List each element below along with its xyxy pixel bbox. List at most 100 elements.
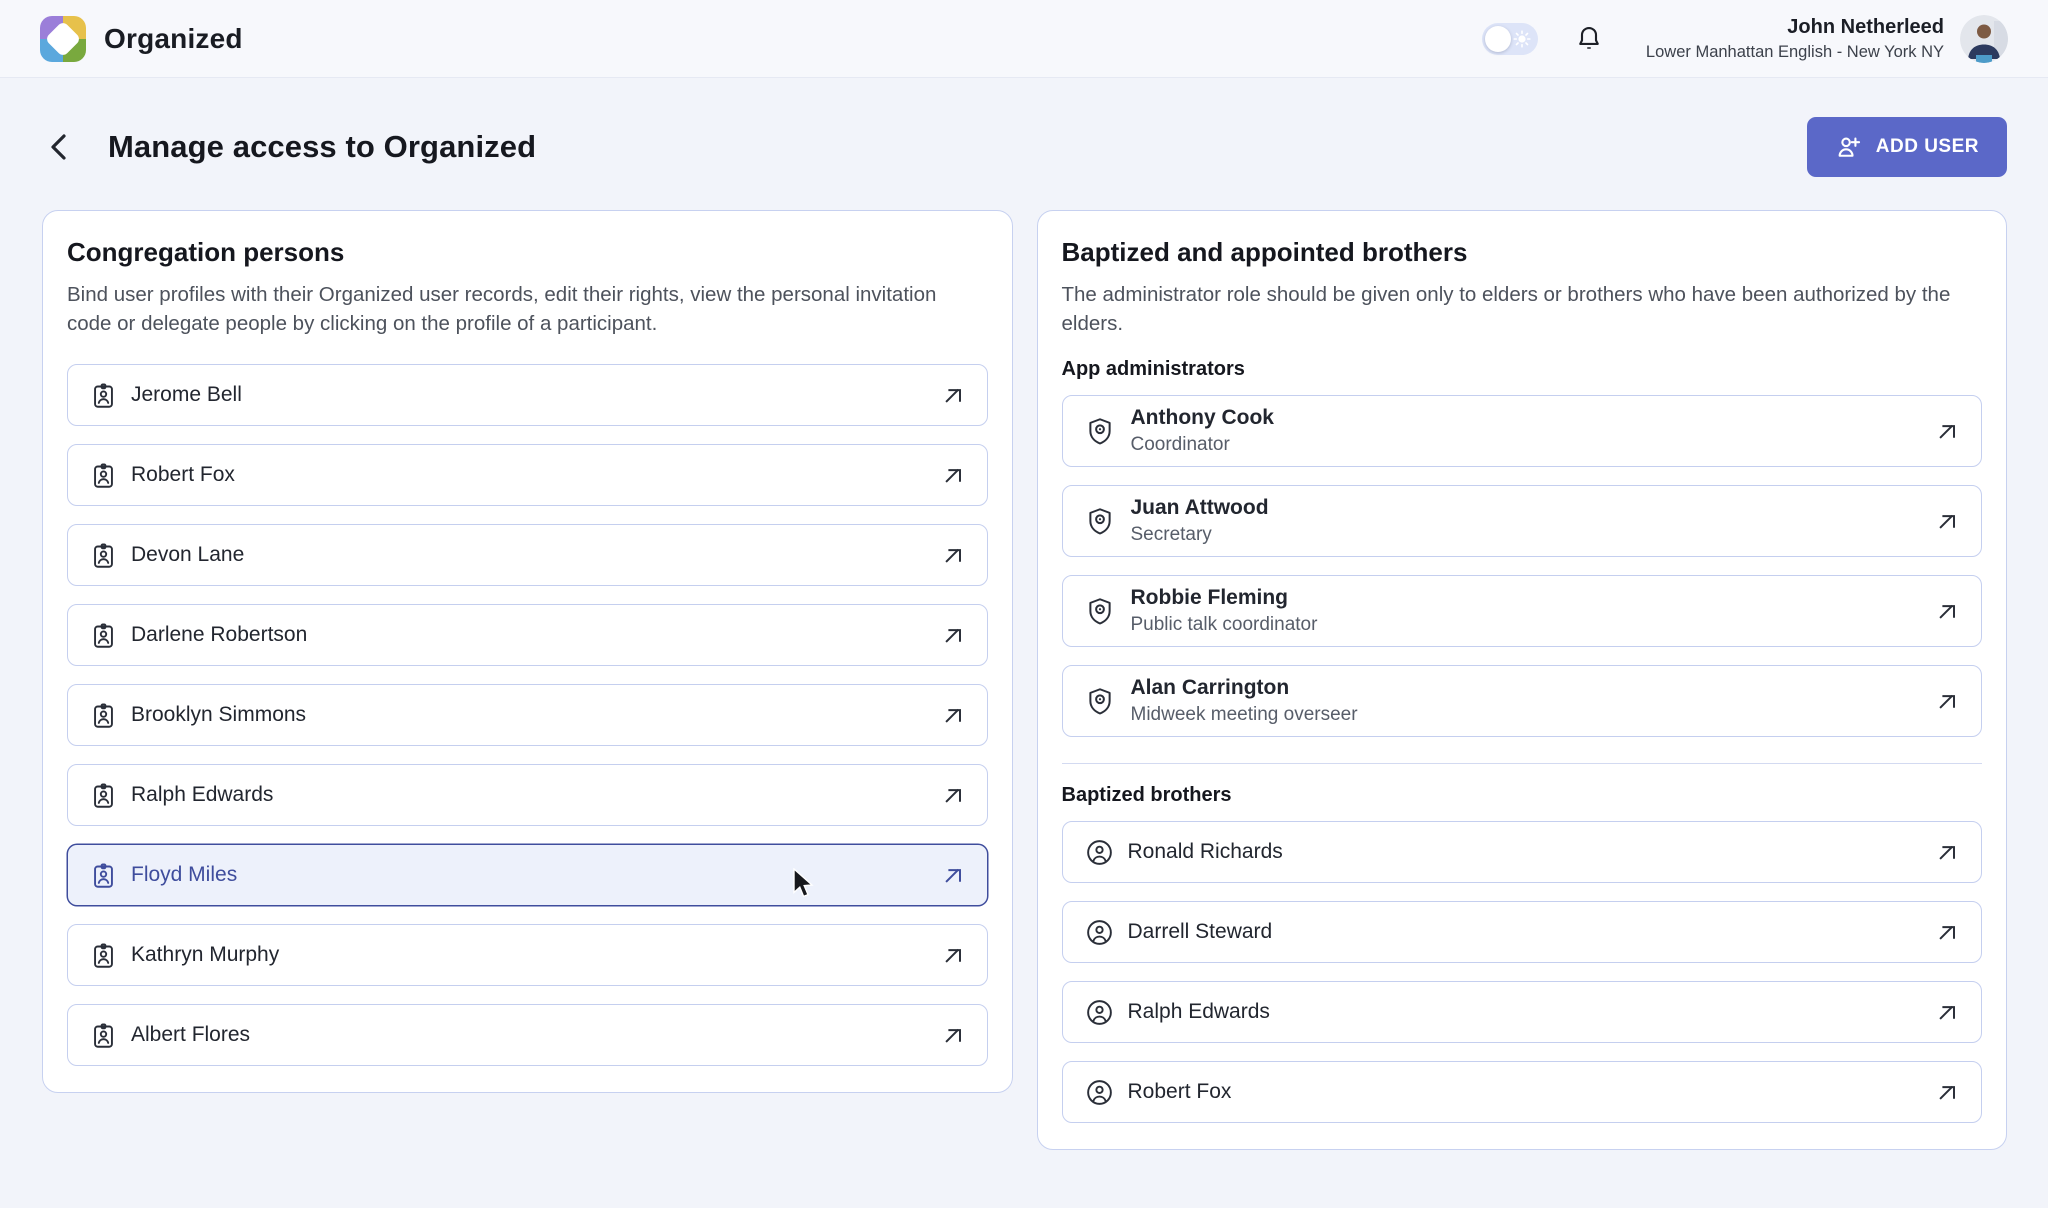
open-profile-arrow-icon[interactable] [1934, 1000, 1959, 1025]
admin-role: Coordinator [1131, 434, 1274, 456]
notifications-bell-icon[interactable] [1574, 24, 1604, 54]
organized-logo-icon [40, 16, 86, 62]
admin-row[interactable]: Alan Carrington Midweek meeting overseer [1062, 665, 1983, 737]
app-administrators-list: Anthony Cook Coordinator [1062, 395, 1983, 737]
open-profile-arrow-icon[interactable] [940, 463, 965, 488]
shield-person-icon [1085, 686, 1115, 716]
brother-row[interactable]: Ralph Edwards [1062, 981, 1983, 1043]
baptized-brothers-label: Baptized brothers [1062, 784, 1983, 807]
person-row[interactable]: Brooklyn Simmons [67, 684, 988, 746]
id-badge-icon [90, 382, 117, 409]
open-profile-arrow-icon[interactable] [1934, 1080, 1959, 1105]
id-badge-icon [90, 782, 117, 809]
left-panel-title: Congregation persons [67, 237, 988, 268]
user-congregation: Lower Manhattan English - New York NY [1646, 43, 1944, 62]
person-row[interactable]: Darlene Robertson [67, 604, 988, 666]
id-badge-icon [90, 702, 117, 729]
admin-row[interactable]: Robbie Fleming Public talk coordinator [1062, 575, 1983, 647]
page-title: Manage access to Organized [108, 129, 536, 165]
congregation-persons-panel: Congregation persons Bind user profiles … [42, 210, 1013, 1093]
id-badge-icon [90, 1022, 117, 1049]
back-chevron-icon[interactable] [42, 128, 76, 166]
main-content: Congregation persons Bind user profiles … [42, 210, 2007, 1150]
admin-name: Robbie Fleming [1131, 586, 1318, 610]
admin-name: Anthony Cook [1131, 406, 1274, 430]
user-circle-icon [1085, 998, 1114, 1027]
right-panel-title: Baptized and appointed brothers [1062, 237, 1983, 268]
person-row[interactable]: Robert Fox [67, 444, 988, 506]
person-row[interactable]: Devon Lane [67, 524, 988, 586]
person-add-icon [1835, 133, 1863, 161]
person-name: Brooklyn Simmons [131, 703, 306, 727]
open-profile-arrow-icon[interactable] [1934, 689, 1959, 714]
shield-person-icon [1085, 596, 1115, 626]
admin-role: Midweek meeting overseer [1131, 704, 1358, 726]
section-divider [1062, 763, 1983, 764]
sun-icon [1512, 29, 1532, 49]
open-profile-arrow-icon[interactable] [1934, 419, 1959, 444]
open-profile-arrow-icon[interactable] [1934, 920, 1959, 945]
page-title-row: Manage access to Organized ADD USER [42, 116, 2007, 178]
open-profile-arrow-icon[interactable] [940, 863, 965, 888]
user-info[interactable]: John Netherleed Lower Manhattan English … [1646, 16, 1944, 62]
congregation-persons-list: Jerome Bell [67, 364, 988, 1066]
brother-row[interactable]: Robert Fox [1062, 1061, 1983, 1123]
open-profile-arrow-icon[interactable] [940, 943, 965, 968]
theme-toggle-knob[interactable] [1485, 26, 1511, 52]
open-profile-arrow-icon[interactable] [1934, 599, 1959, 624]
person-name: Devon Lane [131, 543, 244, 567]
app-title: Organized [104, 23, 243, 55]
person-row[interactable]: Ralph Edwards [67, 764, 988, 826]
shield-person-icon [1085, 506, 1115, 536]
person-name: Albert Flores [131, 1023, 250, 1047]
person-name: Floyd Miles [131, 863, 237, 887]
shield-person-icon [1085, 416, 1115, 446]
person-name: Ralph Edwards [131, 783, 273, 807]
person-name: Jerome Bell [131, 383, 242, 407]
id-badge-icon [90, 862, 117, 889]
add-user-label: ADD USER [1876, 136, 1979, 158]
brother-name: Ronald Richards [1128, 840, 1283, 864]
person-row[interactable]: Floyd Miles [67, 844, 988, 906]
person-row[interactable]: Jerome Bell [67, 364, 988, 426]
user-circle-icon [1085, 918, 1114, 947]
right-panel-description: The administrator role should be given o… [1062, 280, 1972, 338]
id-badge-icon [90, 462, 117, 489]
id-badge-icon [90, 622, 117, 649]
admin-name: Alan Carrington [1131, 676, 1358, 700]
baptized-brothers-list: Ronald Richards [1062, 821, 1983, 1123]
brother-name: Darrell Steward [1128, 920, 1273, 944]
brother-name: Robert Fox [1128, 1080, 1232, 1104]
admin-name: Juan Attwood [1131, 496, 1269, 520]
add-user-button[interactable]: ADD USER [1807, 117, 2007, 177]
admin-row[interactable]: Anthony Cook Coordinator [1062, 395, 1983, 467]
open-profile-arrow-icon[interactable] [1934, 840, 1959, 865]
open-profile-arrow-icon[interactable] [940, 783, 965, 808]
open-profile-arrow-icon[interactable] [940, 543, 965, 568]
brother-row[interactable]: Darrell Steward [1062, 901, 1983, 963]
open-profile-arrow-icon[interactable] [940, 383, 965, 408]
app-header: Organized John Netherleed Lower Manhatta… [0, 0, 2048, 78]
brother-row[interactable]: Ronald Richards [1062, 821, 1983, 883]
user-circle-icon [1085, 838, 1114, 867]
person-row[interactable]: Albert Flores [67, 1004, 988, 1066]
app-administrators-label: App administrators [1062, 358, 1983, 381]
brother-name: Ralph Edwards [1128, 1000, 1270, 1024]
user-name: John Netherleed [1646, 16, 1944, 39]
open-profile-arrow-icon[interactable] [940, 623, 965, 648]
admin-role: Secretary [1131, 524, 1269, 546]
person-name: Robert Fox [131, 463, 235, 487]
person-name: Darlene Robertson [131, 623, 307, 647]
user-circle-icon [1085, 1078, 1114, 1107]
person-row[interactable]: Kathryn Murphy [67, 924, 988, 986]
id-badge-icon [90, 542, 117, 569]
open-profile-arrow-icon[interactable] [940, 1023, 965, 1048]
avatar[interactable] [1960, 15, 2008, 63]
open-profile-arrow-icon[interactable] [940, 703, 965, 728]
baptized-brothers-panel: Baptized and appointed brothers The admi… [1037, 210, 2008, 1150]
admin-row[interactable]: Juan Attwood Secretary [1062, 485, 1983, 557]
person-name: Kathryn Murphy [131, 943, 279, 967]
open-profile-arrow-icon[interactable] [1934, 509, 1959, 534]
theme-toggle[interactable] [1482, 23, 1538, 55]
left-panel-description: Bind user profiles with their Organized … [67, 280, 977, 338]
